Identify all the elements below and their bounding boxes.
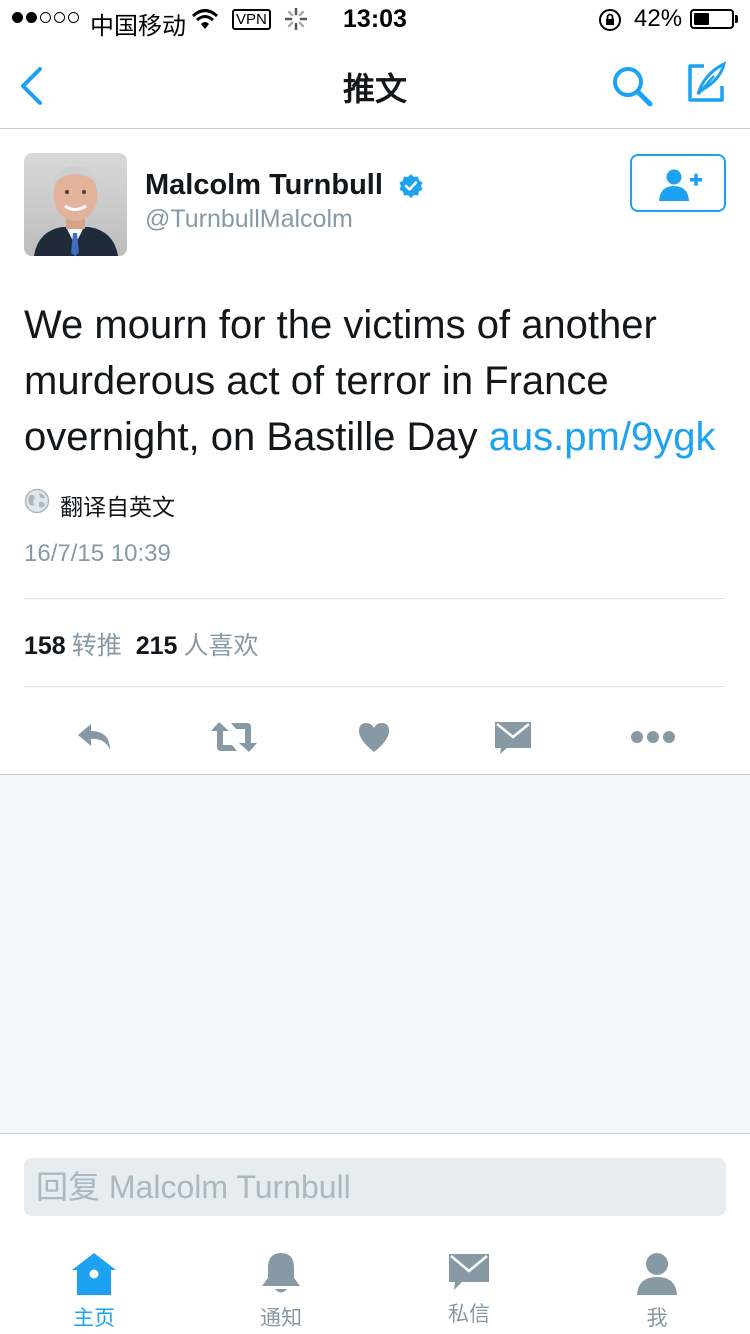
tab-bar: 主页 通知 私信 我 <box>0 1236 750 1334</box>
divider <box>24 686 725 687</box>
heart-icon <box>359 723 389 752</box>
tab-label: 主页 <box>73 1307 115 1330</box>
tab-label: 我 <box>646 1307 668 1330</box>
like-count[interactable]: 215 <box>136 632 178 660</box>
tab-me[interactable]: 我 <box>597 1236 717 1334</box>
mail-icon <box>495 722 531 754</box>
search-icon <box>613 67 653 107</box>
battery-percentage: 42% <box>634 5 683 32</box>
globe-icon[interactable] <box>24 488 50 519</box>
tweet-stats: 158 转推 215 人喜欢 <box>24 626 272 662</box>
mail-icon <box>449 1254 489 1290</box>
tweet-text: We mourn for the victims of another murd… <box>24 297 730 465</box>
battery-icon <box>690 9 734 29</box>
search-button[interactable] <box>610 64 654 113</box>
tab-notifications[interactable]: 通知 <box>221 1236 341 1334</box>
replies-area <box>0 775 750 1134</box>
direct-message-button[interactable] <box>488 712 538 762</box>
tweet-actions <box>0 700 750 775</box>
reply-icon <box>78 724 110 750</box>
home-icon <box>72 1253 116 1295</box>
more-button[interactable] <box>628 712 678 762</box>
navigation-bar: 推文 <box>0 40 750 129</box>
author-name[interactable]: Malcolm Turnbull <box>145 169 383 202</box>
tab-label: 通知 <box>260 1307 302 1330</box>
retweet-icon <box>211 722 257 752</box>
translate-link[interactable]: 翻译自英文 <box>60 488 175 522</box>
add-user-icon <box>659 169 702 201</box>
tab-messages[interactable]: 私信 <box>409 1236 529 1334</box>
like-label[interactable]: 人喜欢 <box>183 632 258 660</box>
reply-box[interactable] <box>24 1158 726 1216</box>
more-icon <box>631 731 675 743</box>
battery-tip <box>735 15 738 23</box>
tab-label: 私信 <box>448 1303 490 1326</box>
status-bar: 中国移动 VPN 13:03 42% <box>0 0 750 40</box>
compose-icon <box>688 61 727 102</box>
retweet-button[interactable] <box>209 712 259 762</box>
retweet-count[interactable]: 158 <box>24 632 66 660</box>
bell-icon <box>262 1253 300 1293</box>
tweet-timestamp: 16/7/15 10:39 <box>24 540 171 567</box>
like-button[interactable] <box>349 712 399 762</box>
reply-button[interactable] <box>70 712 120 762</box>
follow-button[interactable] <box>630 154 726 212</box>
verified-badge-icon <box>398 173 424 204</box>
rotation-lock-icon <box>598 8 622 39</box>
author-handle[interactable]: @TurnbullMalcolm <box>145 205 353 234</box>
profile-icon <box>637 1253 677 1295</box>
retweet-label[interactable]: 转推 <box>72 632 122 660</box>
divider <box>24 598 725 599</box>
avatar[interactable] <box>24 153 127 256</box>
reply-input[interactable] <box>24 1158 726 1216</box>
tab-home[interactable]: 主页 <box>34 1236 154 1334</box>
compose-button[interactable] <box>684 60 728 109</box>
tweet-link[interactable]: aus.pm/9ygk <box>489 415 716 459</box>
